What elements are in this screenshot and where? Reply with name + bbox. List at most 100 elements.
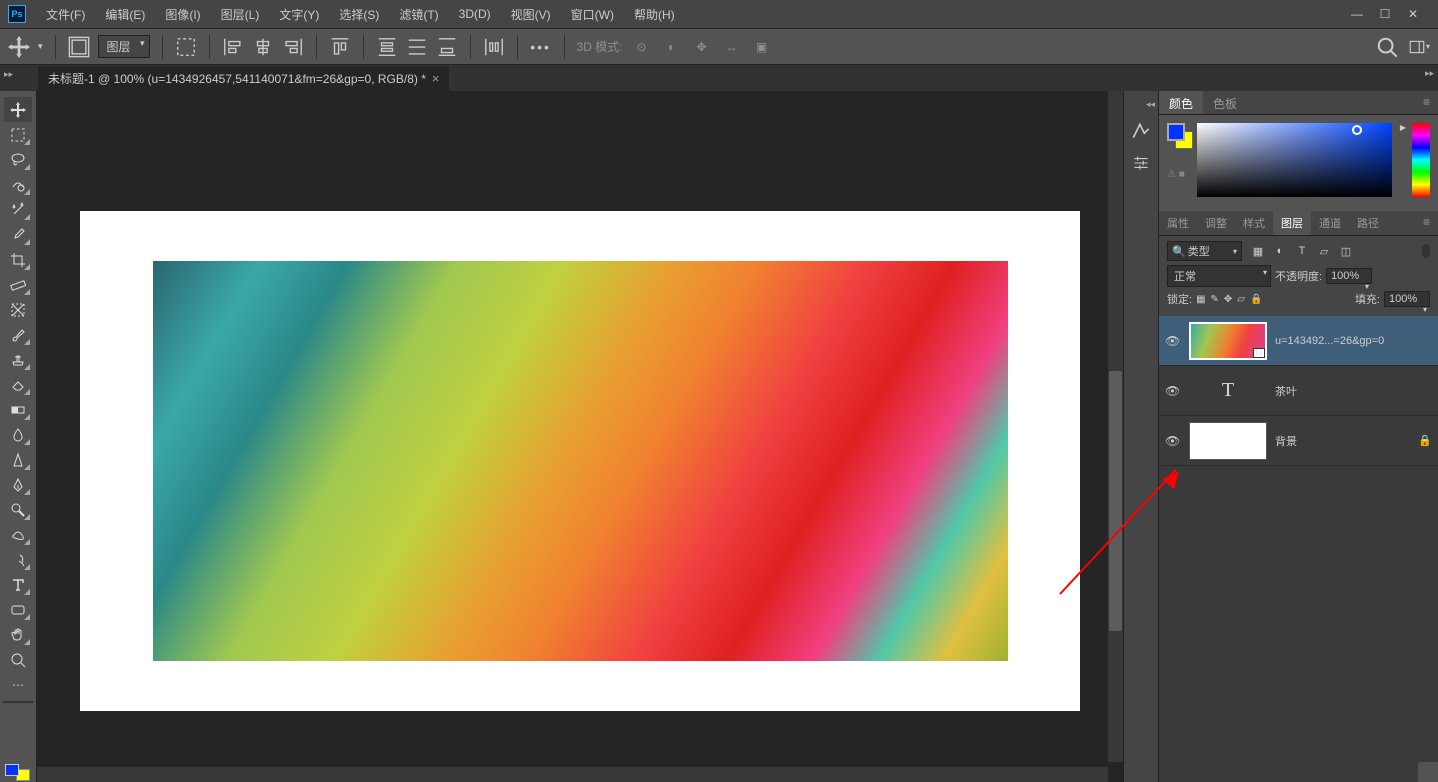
workspace-switcher-icon[interactable]: ▾ — [1408, 36, 1430, 58]
blur-tool[interactable] — [4, 422, 32, 447]
distribute-spacing-icon[interactable] — [483, 36, 505, 58]
menu-select[interactable]: 选择(S) — [329, 6, 389, 23]
layer-name[interactable]: u=143492...=26&gp=0 — [1275, 335, 1432, 347]
filter-toggle-switch[interactable] — [1422, 244, 1430, 258]
layer-row[interactable]: 👁 ◫ u=143492...=26&gp=0 — [1159, 316, 1438, 366]
opacity-value[interactable]: 100% — [1326, 268, 1372, 284]
layer-row[interactable]: 👁 背景 🔒 — [1159, 416, 1438, 466]
properties-tab[interactable]: 属性 — [1159, 211, 1197, 235]
hand-tool[interactable] — [4, 622, 32, 647]
minimize-button[interactable]: — — [1350, 7, 1364, 21]
image-layer[interactable] — [153, 261, 1008, 661]
menu-window[interactable]: 窗口(W) — [561, 6, 624, 23]
brush-tool[interactable] — [4, 322, 32, 347]
distribute-bottom-icon[interactable] — [436, 36, 458, 58]
foreground-color[interactable] — [5, 764, 19, 776]
pen-tool[interactable] — [4, 472, 32, 497]
menu-3d[interactable]: 3D(D) — [449, 7, 501, 21]
color-picker-field[interactable] — [1197, 123, 1392, 197]
menu-layer[interactable]: 图层(L) — [211, 6, 270, 23]
fill-value[interactable]: 100% — [1384, 291, 1430, 307]
layer-visibility-icon[interactable]: 👁 — [1165, 434, 1181, 448]
clone-stamp-tool[interactable] — [4, 347, 32, 372]
gradient-tool[interactable] — [4, 397, 32, 422]
swatches-tab[interactable]: 色板 — [1203, 91, 1247, 114]
lock-all-icon[interactable]: 🔒 — [1250, 294, 1262, 305]
smudge-tool[interactable] — [4, 522, 32, 547]
layer-name[interactable]: 背景 — [1275, 433, 1410, 449]
lock-transparency-icon[interactable]: ▦ — [1196, 294, 1205, 305]
adjustments-panel-icon[interactable] — [1130, 152, 1152, 174]
distribute-top-icon[interactable] — [376, 36, 398, 58]
channels-tab[interactable]: 通道 — [1311, 211, 1349, 235]
rectangle-tool[interactable] — [4, 597, 32, 622]
layer-thumbnail[interactable] — [1189, 422, 1267, 460]
move-tool[interactable] — [4, 97, 32, 122]
path-selection-tool[interactable] — [4, 547, 32, 572]
history-panel-icon[interactable] — [1130, 120, 1152, 142]
filter-shape-icon[interactable]: ▱ — [1316, 245, 1332, 258]
menu-edit[interactable]: 编辑(E) — [95, 6, 155, 23]
panel-collapse-icon[interactable]: ▸▸ — [1425, 68, 1434, 79]
blend-mode-dropdown[interactable]: 正常 — [1167, 265, 1271, 287]
filter-adjustment-icon[interactable]: ◐ — [1272, 245, 1288, 258]
layer-thumbnail[interactable]: T — [1189, 372, 1267, 410]
layer-thumbnail[interactable]: ◫ — [1189, 322, 1267, 360]
hue-strip[interactable] — [1412, 123, 1430, 197]
auto-select-checkbox[interactable] — [68, 36, 90, 58]
color-picker-indicator[interactable] — [1352, 125, 1362, 135]
menu-view[interactable]: 视图(V) — [501, 6, 561, 23]
filter-pixel-icon[interactable]: ▦ — [1250, 245, 1266, 258]
tab-close-button[interactable]: × — [432, 71, 440, 86]
vertical-scrollbar-thumb[interactable] — [1109, 371, 1122, 631]
crop-tool[interactable] — [4, 247, 32, 272]
tool-dropdown-icon[interactable]: ▾ — [38, 41, 43, 52]
layer-visibility-icon[interactable]: 👁 — [1165, 334, 1181, 348]
color-panel-menu-icon[interactable]: ≡ — [1415, 91, 1438, 114]
lock-artboard-icon[interactable]: ▱ — [1237, 294, 1245, 305]
layer-select-dropdown[interactable]: 图层 — [98, 35, 150, 58]
quick-selection-tool[interactable] — [4, 172, 32, 197]
layer-row[interactable]: 👁 T 茶叶 — [1159, 366, 1438, 416]
paths-tab[interactable]: 路径 — [1349, 211, 1387, 235]
canvas[interactable] — [80, 211, 1080, 711]
search-icon[interactable] — [1376, 36, 1398, 58]
layers-panel-menu-icon[interactable]: ≡ — [1415, 211, 1438, 235]
color-warning-icon[interactable]: ⚠ ■ — [1167, 169, 1191, 180]
more-options-icon[interactable]: ••• — [530, 36, 552, 58]
layer-visibility-icon[interactable]: 👁 — [1165, 384, 1181, 398]
layers-tab[interactable]: 图层 — [1273, 211, 1311, 235]
menu-type[interactable]: 文字(Y) — [269, 6, 329, 23]
magic-wand-tool[interactable] — [4, 197, 32, 222]
align-left-icon[interactable] — [222, 36, 244, 58]
menu-image[interactable]: 图像(I) — [155, 6, 210, 23]
lasso-tool[interactable] — [4, 147, 32, 172]
hue-slider-indicator[interactable]: ▶ — [1400, 123, 1406, 203]
menu-filter[interactable]: 滤镜(T) — [389, 6, 448, 23]
layer-filter-type-dropdown[interactable]: 🔍 类型 ▾ — [1167, 241, 1242, 261]
menu-file[interactable]: 文件(F) — [36, 6, 95, 23]
zoom-tool[interactable] — [4, 647, 32, 672]
lock-pixels-icon[interactable]: ✎ — [1211, 294, 1219, 305]
maximize-button[interactable]: ☐ — [1378, 7, 1392, 21]
eraser-tool[interactable] — [4, 372, 32, 397]
color-tab[interactable]: 颜色 — [1159, 91, 1203, 114]
show-transform-checkbox[interactable] — [175, 36, 197, 58]
ruler-tool[interactable] — [4, 272, 32, 297]
dodge-tool[interactable] — [4, 497, 32, 522]
align-right-icon[interactable] — [282, 36, 304, 58]
toolbar-collapse-icon[interactable]: ▸▸ — [4, 69, 13, 80]
close-button[interactable]: ✕ — [1406, 7, 1420, 21]
layer-lock-icon[interactable]: 🔒 — [1418, 434, 1432, 447]
layer-name[interactable]: 茶叶 — [1275, 383, 1432, 399]
vertical-scrollbar-track[interactable] — [1108, 91, 1123, 762]
align-top-icon[interactable] — [329, 36, 351, 58]
marquee-tool[interactable] — [4, 122, 32, 147]
filter-smart-icon[interactable]: ◫ — [1338, 245, 1354, 258]
adjustments-tab[interactable]: 调整 — [1197, 211, 1235, 235]
align-center-h-icon[interactable] — [252, 36, 274, 58]
type-tool[interactable] — [4, 572, 32, 597]
styles-tab[interactable]: 样式 — [1235, 211, 1273, 235]
sharpen-tool[interactable] — [4, 447, 32, 472]
move-tool-icon[interactable] — [8, 36, 30, 58]
